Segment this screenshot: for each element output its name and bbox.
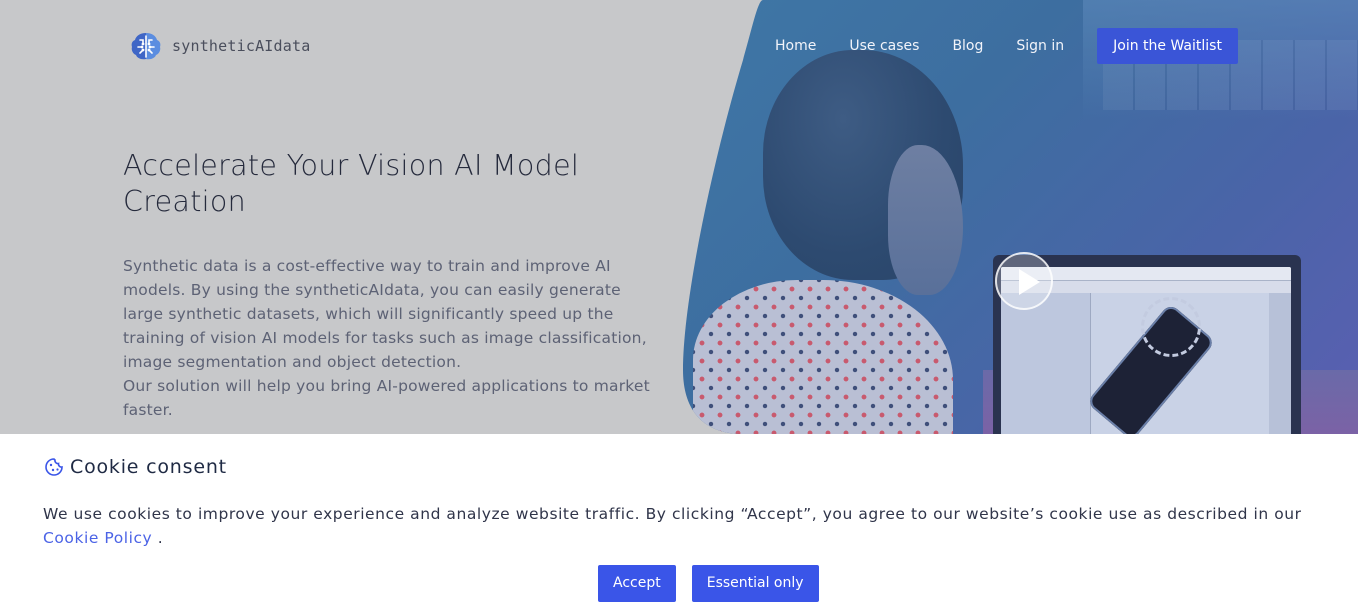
nav-sign-in[interactable]: Sign in	[1016, 29, 1064, 63]
main-nav: Home Use cases Blog Sign in Join the Wai…	[775, 28, 1238, 64]
nav-blog[interactable]: Blog	[952, 29, 983, 63]
cookie-icon	[45, 458, 63, 476]
cookie-consent-period: .	[157, 529, 164, 547]
hero-description: Synthetic data is a cost-effective way t…	[123, 254, 663, 422]
join-waitlist-button[interactable]: Join the Waitlist	[1097, 28, 1238, 64]
cookie-policy-link[interactable]: Cookie Policy	[43, 529, 152, 547]
polka-dot-shirt	[693, 280, 953, 434]
brand-logo[interactable]: syntheticAIdata	[130, 30, 310, 62]
person-illustration	[693, 50, 993, 434]
hero-description-paragraph-2: Our solution will help you bring AI-powe…	[123, 377, 650, 419]
cookie-consent-message: We use cookies to improve your experienc…	[43, 505, 1302, 523]
play-icon[interactable]	[995, 252, 1053, 310]
essential-only-button[interactable]: Essential only	[691, 565, 819, 602]
hero-headline: Accelerate Your Vision AI Model Creation	[123, 149, 580, 218]
accept-button[interactable]: Accept	[598, 565, 676, 602]
cookie-consent-banner: Cookie consent We use cookies to improve…	[0, 434, 1358, 616]
cookie-actions: Accept Essential only	[598, 565, 835, 602]
cad-side-panel	[1001, 293, 1091, 434]
brand-name: syntheticAIdata	[172, 37, 311, 55]
cad-right-panel	[1269, 293, 1291, 434]
hero-description-paragraph: Synthetic data is a cost-effective way t…	[123, 257, 647, 371]
cookie-consent-text: We use cookies to improve your experienc…	[43, 502, 1323, 550]
nav-home[interactable]: Home	[775, 29, 816, 63]
brain-circuit-icon	[131, 33, 161, 60]
hero-video-thumbnail[interactable]	[683, 0, 1358, 434]
cookie-consent-title: Cookie consent	[70, 456, 227, 478]
nav-use-cases[interactable]: Use cases	[849, 29, 919, 63]
cookie-consent-header: Cookie consent	[44, 456, 227, 478]
